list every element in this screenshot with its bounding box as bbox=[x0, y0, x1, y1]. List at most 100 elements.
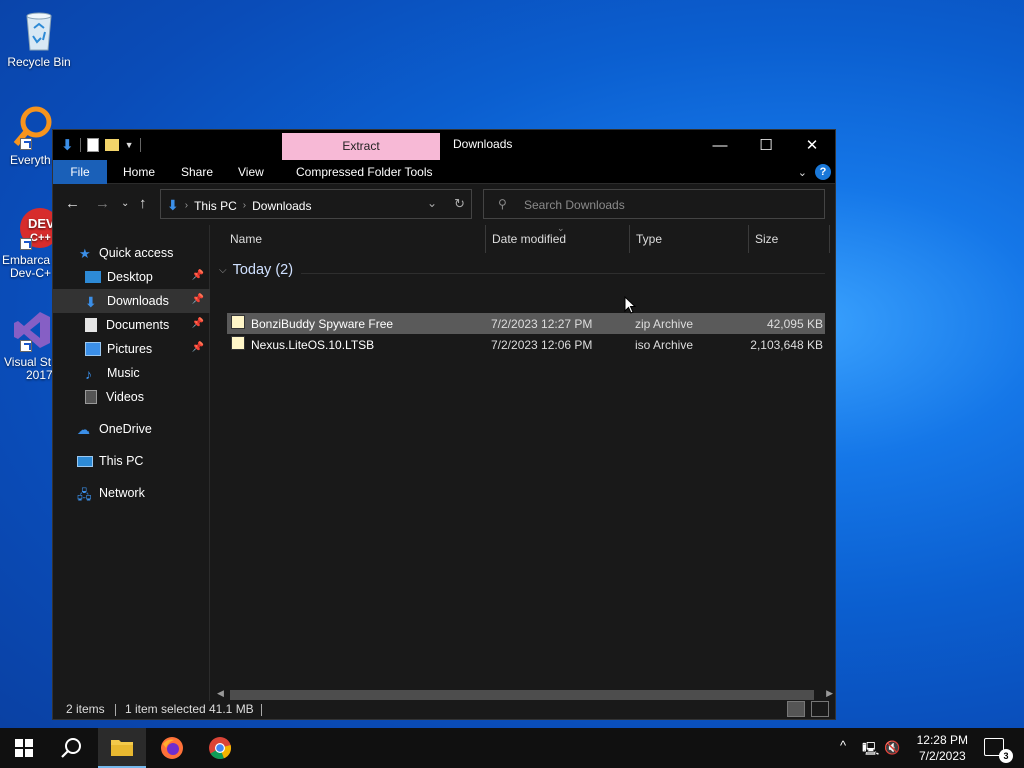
pin-icon[interactable]: 📌 bbox=[192, 342, 204, 353]
download-arrow-icon: ⬇ bbox=[61, 137, 74, 154]
sidebar-item-label: This PC bbox=[99, 454, 144, 468]
search-icon: ⚲ bbox=[498, 197, 507, 211]
network-icon: 🖧 bbox=[77, 487, 92, 502]
tab-home[interactable]: Home bbox=[123, 160, 155, 184]
breadcrumb-downloads[interactable]: Downloads bbox=[252, 199, 311, 213]
status-selected-count: 1 item selected bbox=[125, 702, 206, 716]
tab-compressed-folder-tools[interactable]: Compressed Folder Tools bbox=[296, 160, 433, 184]
properties-icon[interactable] bbox=[86, 138, 99, 152]
quick-access-toolbar: ⬇ ▼ bbox=[61, 136, 141, 154]
sidebar-item-videos[interactable]: Videos bbox=[53, 385, 210, 409]
tab-view[interactable]: View bbox=[238, 160, 264, 184]
clock[interactable]: 12:28 PM 7/2/2023 bbox=[917, 732, 968, 764]
large-icons-view-button[interactable] bbox=[811, 701, 829, 717]
sidebar-item-quick-access[interactable]: ★ Quick access bbox=[53, 241, 210, 265]
sidebar-item-onedrive[interactable]: ☁ OneDrive bbox=[53, 417, 210, 441]
pin-icon[interactable]: 📌 bbox=[192, 294, 204, 305]
computer-icon bbox=[77, 455, 93, 467]
sidebar-item-network[interactable]: 🖧 Network bbox=[53, 481, 210, 505]
address-dropdown-icon[interactable]: ⌄ bbox=[427, 196, 437, 210]
maximize-button[interactable]: ☐ bbox=[743, 130, 789, 160]
desktop-icon-recycle-bin[interactable]: Recycle Bin bbox=[1, 8, 77, 69]
tab-share[interactable]: Share bbox=[181, 160, 213, 184]
sidebar-item-desktop[interactable]: Desktop 📌 bbox=[53, 265, 210, 289]
notification-count-badge: 3 bbox=[999, 749, 1013, 763]
file-explorer-taskbar-button[interactable] bbox=[98, 728, 146, 768]
ribbon-tabs: File Home Share View Compressed Folder T… bbox=[53, 160, 835, 184]
column-type[interactable]: Type bbox=[630, 225, 749, 253]
back-arrow-icon[interactable]: ← bbox=[65, 195, 80, 212]
group-header-today[interactable]: ⌵ Today (2) bbox=[219, 262, 293, 278]
status-item-count: 2 items bbox=[66, 702, 105, 716]
expand-ribbon-icon[interactable]: ⌄ bbox=[798, 166, 807, 179]
minimize-button[interactable]: — bbox=[697, 130, 743, 160]
network-status-icon[interactable]: 🖳 bbox=[862, 740, 879, 762]
table-row[interactable]: Nexus.LiteOS.10.LTSB 7/2/2023 12:06 PM i… bbox=[227, 334, 825, 355]
details-view-button[interactable] bbox=[787, 701, 805, 717]
file-type: iso Archive bbox=[635, 338, 694, 352]
sidebar-item-this-pc[interactable]: This PC bbox=[53, 449, 210, 473]
pin-icon[interactable]: 📌 bbox=[192, 318, 204, 329]
mouse-cursor-icon bbox=[624, 296, 636, 314]
sidebar-item-label: Quick access bbox=[99, 246, 174, 260]
windows-logo-icon bbox=[15, 739, 33, 757]
visual-studio-icon bbox=[10, 308, 54, 352]
column-size[interactable]: Size bbox=[749, 225, 830, 253]
sidebar-item-downloads[interactable]: ⬇ Downloads 📌 bbox=[53, 289, 210, 313]
table-row[interactable]: BonziBuddy Spyware Free 7/2/2023 12:27 P… bbox=[227, 313, 825, 334]
address-bar[interactable]: ⬇ › This PC › Downloads ⌄ ↻ bbox=[160, 189, 472, 219]
refresh-icon[interactable]: ↻ bbox=[454, 196, 465, 212]
action-center-icon[interactable]: 3 bbox=[984, 738, 1013, 763]
scroll-left-icon[interactable]: ◀ bbox=[217, 688, 224, 699]
everything-search-icon bbox=[10, 106, 54, 150]
forward-arrow-icon[interactable]: → bbox=[95, 195, 110, 212]
close-button[interactable]: ✕ bbox=[789, 130, 835, 160]
search-box[interactable]: ⚲ Search Downloads bbox=[483, 189, 825, 219]
scrollbar-thumb[interactable] bbox=[230, 690, 814, 700]
sidebar-item-music[interactable]: ♪ Music bbox=[53, 361, 210, 385]
folder-icon bbox=[111, 740, 133, 756]
file-size: 2,103,648 KB bbox=[750, 338, 823, 352]
sort-caret-icon: ⌄ bbox=[557, 223, 565, 233]
pin-icon[interactable]: 📌 bbox=[192, 270, 204, 281]
new-folder-icon[interactable] bbox=[104, 139, 119, 151]
recent-locations-icon[interactable]: ⌄ bbox=[121, 198, 129, 209]
search-icon bbox=[61, 738, 81, 758]
svg-text:DEV: DEV bbox=[28, 216, 54, 231]
taskbar: ^ 🖳 🔇 12:28 PM 7/2/2023 3 bbox=[0, 728, 1024, 768]
customize-qat-icon[interactable]: ▼ bbox=[125, 140, 134, 150]
firefox-taskbar-button[interactable] bbox=[148, 728, 196, 768]
sidebar-item-label: Downloads bbox=[107, 294, 169, 308]
sidebar-item-documents[interactable]: Documents 📌 bbox=[53, 313, 210, 337]
status-bar: 2 items 1 item selected 41.1 MB bbox=[53, 701, 835, 719]
sidebar-item-label: Music bbox=[107, 366, 140, 380]
sidebar-item-label: Documents bbox=[106, 318, 170, 332]
title-bar[interactable]: ⬇ ▼ Extract Downloads — ☐ ✕ bbox=[53, 130, 835, 160]
tab-file[interactable]: File bbox=[53, 160, 107, 184]
extract-contextual-tab[interactable]: Extract bbox=[282, 133, 440, 160]
star-icon: ★ bbox=[79, 246, 91, 261]
search-button[interactable] bbox=[48, 728, 96, 768]
sidebar-item-pictures[interactable]: Pictures 📌 bbox=[53, 337, 210, 361]
navigation-bar: ← → ⌄ ↑ ⬇ › This PC › Downloads ⌄ ↻ ⚲ Se… bbox=[53, 184, 835, 224]
group-label: Today (2) bbox=[232, 262, 294, 278]
help-icon[interactable]: ? bbox=[815, 164, 831, 180]
volume-muted-icon[interactable]: 🔇 bbox=[884, 740, 900, 756]
start-button[interactable] bbox=[0, 728, 48, 768]
up-arrow-icon[interactable]: ↑ bbox=[139, 195, 147, 212]
clock-time: 12:28 PM bbox=[916, 733, 968, 747]
column-name[interactable]: Name bbox=[224, 225, 486, 253]
sidebar-item-label: Network bbox=[99, 486, 145, 500]
search-input[interactable]: Search Downloads bbox=[524, 198, 625, 212]
show-hidden-icons-chevron-icon[interactable]: ^ bbox=[840, 738, 846, 753]
clock-date: 7/2/2023 bbox=[918, 749, 966, 763]
recycle-bin-icon bbox=[17, 8, 61, 52]
breadcrumb-this-pc[interactable]: This PC bbox=[194, 199, 237, 213]
scroll-right-icon[interactable]: ▶ bbox=[826, 688, 833, 699]
videos-icon bbox=[85, 390, 97, 404]
sidebar-item-label: Pictures bbox=[107, 342, 153, 356]
chrome-taskbar-button[interactable] bbox=[196, 728, 244, 768]
file-date: 7/2/2023 12:27 PM bbox=[491, 317, 593, 331]
collapse-group-icon[interactable]: ⌵ bbox=[219, 265, 227, 276]
status-selected-size: 41.1 MB bbox=[209, 702, 254, 716]
